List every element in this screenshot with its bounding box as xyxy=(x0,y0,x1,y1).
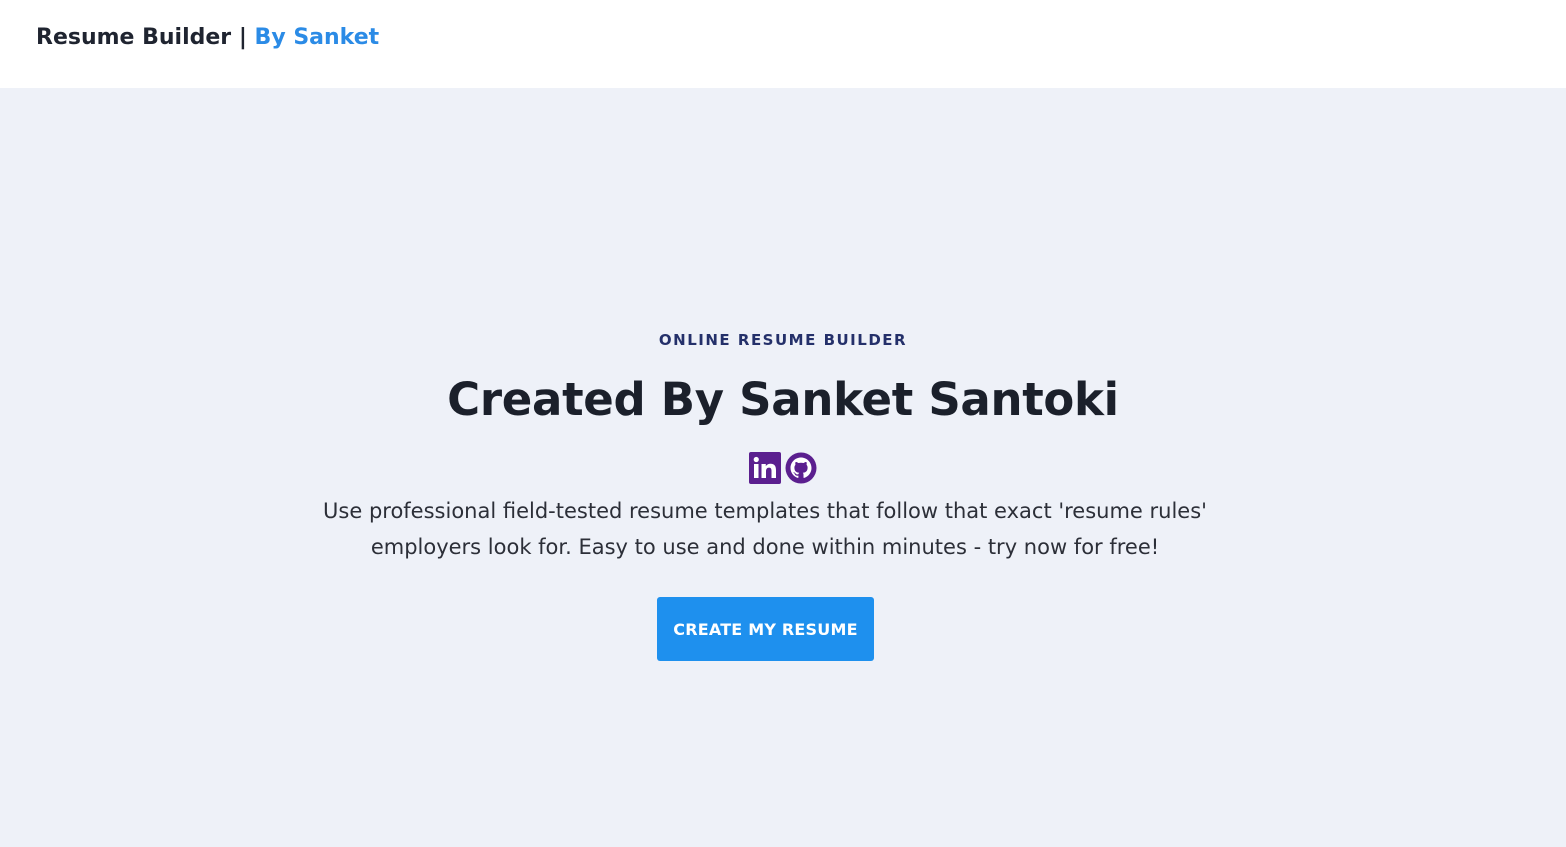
hero-headline: Created By Sanket Santoki xyxy=(447,373,1119,426)
linkedin-icon xyxy=(749,452,781,484)
brand-author: By Sanket xyxy=(254,25,380,50)
hero-description: Use professional field-tested resume tem… xyxy=(323,499,1207,559)
brand-separator: | xyxy=(238,25,247,50)
brand-link[interactable]: Resume Builder | By Sanket xyxy=(36,24,379,52)
linkedin-link[interactable] xyxy=(749,452,781,484)
github-icon xyxy=(785,452,817,484)
brand-title: Resume Builder xyxy=(36,25,232,50)
hero-section: ONLINE RESUME BUILDER Created By Sanket … xyxy=(0,88,1566,847)
github-link[interactable] xyxy=(785,452,817,484)
top-navbar: Resume Builder | By Sanket xyxy=(0,0,1566,88)
hero-eyebrow: ONLINE RESUME BUILDER xyxy=(658,331,908,349)
social-links xyxy=(0,452,1566,486)
create-resume-button[interactable]: CREATE MY RESUME xyxy=(657,597,874,661)
